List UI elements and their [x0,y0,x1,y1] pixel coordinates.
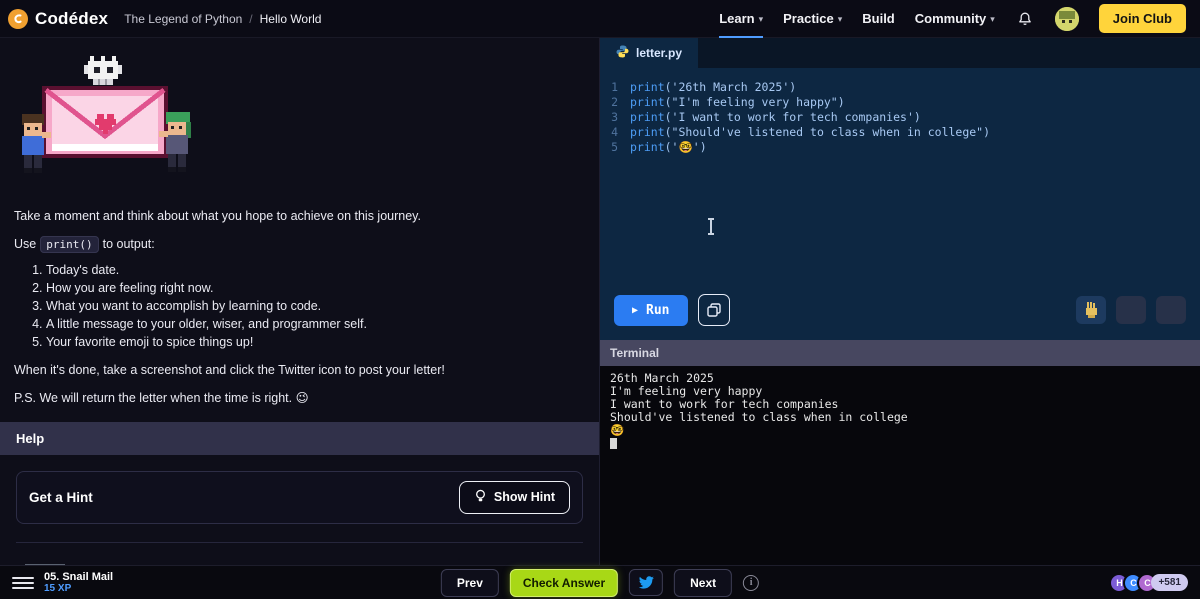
lesson-instruction: Use print() to output: [14,235,581,254]
lesson-steps-list: Today's date. How you are feeling right … [14,263,581,349]
online-users: H C C +581 [1109,572,1188,593]
join-club-button[interactable]: Join Club [1098,4,1186,33]
code-keyword: print [630,80,665,94]
terminal-output[interactable]: 26th March 2025 I'm feeling very happy I… [600,366,1200,565]
breadcrumb-separator: / [249,11,253,26]
tab-label: letter.py [636,46,683,60]
show-hint-label: Show Hint [493,490,555,504]
info-icon[interactable]: i [743,574,760,591]
mouse-text-cursor [708,218,714,235]
divider [16,541,583,543]
nav-item-build[interactable]: Build [862,0,895,38]
help-section-header: Help [0,421,599,455]
terminal-header: Terminal [600,340,1200,366]
code-args: ('26th March 2025') [664,80,797,94]
line-number: 1 [611,80,618,94]
top-nav: Codédex The Legend of Python / Hello Wor… [0,0,1200,38]
user-avatar[interactable] [1054,6,1079,31]
code-keyword: print [630,110,665,124]
terminal-cursor [610,438,617,449]
instruction-prefix: Use [14,237,37,252]
editor-tabbar: letter.py [600,38,1200,68]
lesson-panel: Take a moment and think about what you h… [0,38,600,565]
lesson-step-2: How you are feeling right now. [46,281,581,295]
breadcrumb-course[interactable]: The Legend of Python [124,12,242,26]
code-line-5: 5 print ('🤓') [600,140,1200,155]
reaction-button-3[interactable] [1156,296,1186,324]
editor-toolbar: ▶ Run [614,294,1186,326]
hint-box: Get a Hint Show Hint [16,470,583,524]
lesson-step-1: Today's date. [46,263,581,277]
code-args: ("Should've listened to class when in co… [664,125,991,139]
line-number: 5 [611,140,618,154]
instruction-suffix: to output: [102,237,155,252]
code-line-1: 1 print ('26th March 2025') [600,80,1200,95]
code-args: ("I'm feeling very happy") [664,95,845,109]
nav-item-community[interactable]: Community ▾ [915,0,995,38]
nav-item-learn-label: Learn [719,11,755,26]
editor-panel: letter.py 1 print ('26th March 2025') 2 pri… [600,38,1200,565]
nav-item-build-label: Build [862,11,895,26]
ps-note: P.S. We will return the letter when the … [14,391,309,406]
line-number: 2 [611,95,618,109]
notification-bell-icon[interactable] [1015,9,1035,29]
logo-coin-icon [8,8,28,29]
inline-code-print: print() [40,236,99,254]
chapter-list-icon[interactable] [12,573,34,593]
terminal: Terminal 26th March 2025 I'm feeling ver… [600,340,1200,565]
nav-item-practice-label: Practice [783,11,834,26]
code-keyword: print [630,125,665,139]
reaction-button-2[interactable] [1116,296,1146,324]
breadcrumb: The Legend of Python / Hello World [124,12,321,26]
codedex-logo[interactable]: Codédex [8,8,109,29]
logo-text: Codédex [35,8,109,28]
play-icon: ▶ [632,304,639,316]
high-five-button[interactable] [1076,296,1106,324]
next-button[interactable]: Next [674,568,733,597]
show-hint-button[interactable]: Show Hint [458,480,570,514]
code-editor[interactable]: 1 print ('26th March 2025') 2 print ("I'm fe… [600,68,1200,340]
exercise-title: 05. Snail Mail [44,571,114,583]
online-count-badge: +581 [1151,574,1188,591]
lesson-step-5: Your favorite emoji to spice things up! [46,335,581,349]
code-line-2: 2 print ("I'm feeling very happy") [600,95,1200,110]
line-number: 3 [611,110,618,124]
code-args: ('🤓') [664,140,707,154]
code-line-3: 3 print ('I want to work for tech companie… [600,110,1200,125]
copy-code-button[interactable] [697,294,730,326]
lesson-step-3: What you want to accomplish by learning … [46,299,581,313]
lightbulb-icon [474,489,487,506]
chevron-down-icon: ▾ [758,14,764,24]
python-icon [616,45,629,61]
line-number: 4 [611,125,618,139]
nav-item-practice[interactable]: Practice ▾ [783,0,842,38]
code-args: ('I want to work for tech companies') [664,110,921,124]
hint-title: Get a Hint [29,489,93,505]
exercise-xp-badge: 15 XP [44,583,72,594]
code-line-4: 4 print ("Should've listened to class when… [600,125,1200,140]
chevron-down-icon: ▾ [837,14,843,24]
nav-item-learn[interactable]: Learn ▾ [719,0,763,38]
lesson-intro: Take a moment and think about what you h… [14,209,421,223]
terminal-title: Terminal [610,346,660,360]
run-label: Run [646,302,670,318]
chevron-down-icon: ▾ [990,14,995,24]
tab-letter-py[interactable]: letter.py [600,38,699,68]
run-button[interactable]: ▶ Run [614,294,688,326]
terminal-line-4: Should've listened to class when in coll… [610,410,908,424]
nav-item-community-label: Community [914,11,987,26]
lesson-step-4: A little message to your older, wiser, a… [46,317,581,331]
bottom-bar: 05. Snail Mail 15 XP Prev Check Answer N… [0,565,1200,599]
breadcrumb-page: Hello World [259,11,322,26]
code-keyword: print [630,95,665,109]
snail-mail-pixel-art [18,56,581,193]
check-answer-button[interactable]: Check Answer [509,568,619,597]
prev-button[interactable]: Prev [440,568,499,597]
twitter-share-button[interactable] [629,569,664,596]
terminal-line-5: 🤓 [610,423,625,437]
code-keyword: print [630,140,665,154]
twitter-note: When it's done, take a screenshot and cl… [14,363,445,378]
